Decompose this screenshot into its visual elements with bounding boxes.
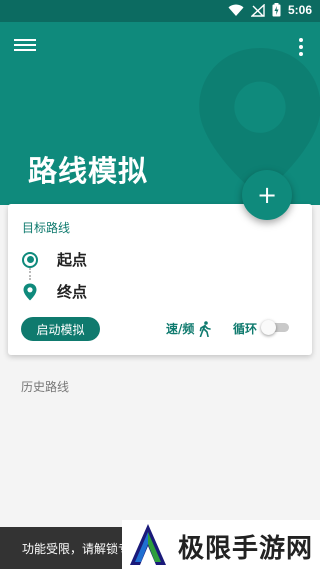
add-route-button[interactable]: + (242, 170, 292, 220)
brand-text: 极限手游网 (178, 534, 314, 564)
brand-watermark: 极限手游网 (122, 520, 320, 569)
route-connector (29, 268, 31, 280)
toggle-thumb (261, 320, 276, 335)
status-time: 5:06 (287, 3, 312, 17)
status-bar: 5:06 (0, 0, 320, 22)
location-pin-icon (23, 283, 37, 300)
end-point-label: 终点 (57, 283, 88, 301)
speed-label: 速/频 (166, 322, 195, 336)
menu-icon[interactable] (14, 36, 36, 58)
toast-message: 功能受限，请解锁专 (0, 527, 130, 569)
plus-icon: + (256, 181, 278, 209)
status-icons: 5:06 (228, 3, 312, 17)
brand-logo-icon (130, 524, 166, 565)
wifi-icon (228, 4, 244, 16)
loop-label: 循环 (233, 322, 258, 336)
start-simulation-button[interactable]: 启动模拟 (21, 317, 100, 341)
card-title: 目标路线 (22, 221, 71, 235)
no-signal-icon (250, 3, 265, 17)
loop-toggle[interactable] (261, 320, 289, 335)
speed-frequency-control[interactable]: 速/频 (166, 320, 212, 337)
more-options-icon[interactable] (298, 38, 304, 56)
radio-target-icon (22, 251, 38, 268)
end-point-row[interactable]: 终点 (22, 281, 87, 302)
route-card: 目标路线 起点 终点 启动模拟 速/频 循环 (8, 204, 312, 355)
start-point-row[interactable]: 起点 (22, 249, 87, 270)
toast-text: 功能受限，请解锁专 (22, 541, 130, 556)
walking-icon (200, 320, 212, 337)
page-title: 路线模拟 (28, 154, 149, 188)
battery-charging-icon (272, 3, 281, 17)
start-point-label: 起点 (57, 251, 88, 269)
history-section-title: 历史路线 (21, 380, 70, 394)
